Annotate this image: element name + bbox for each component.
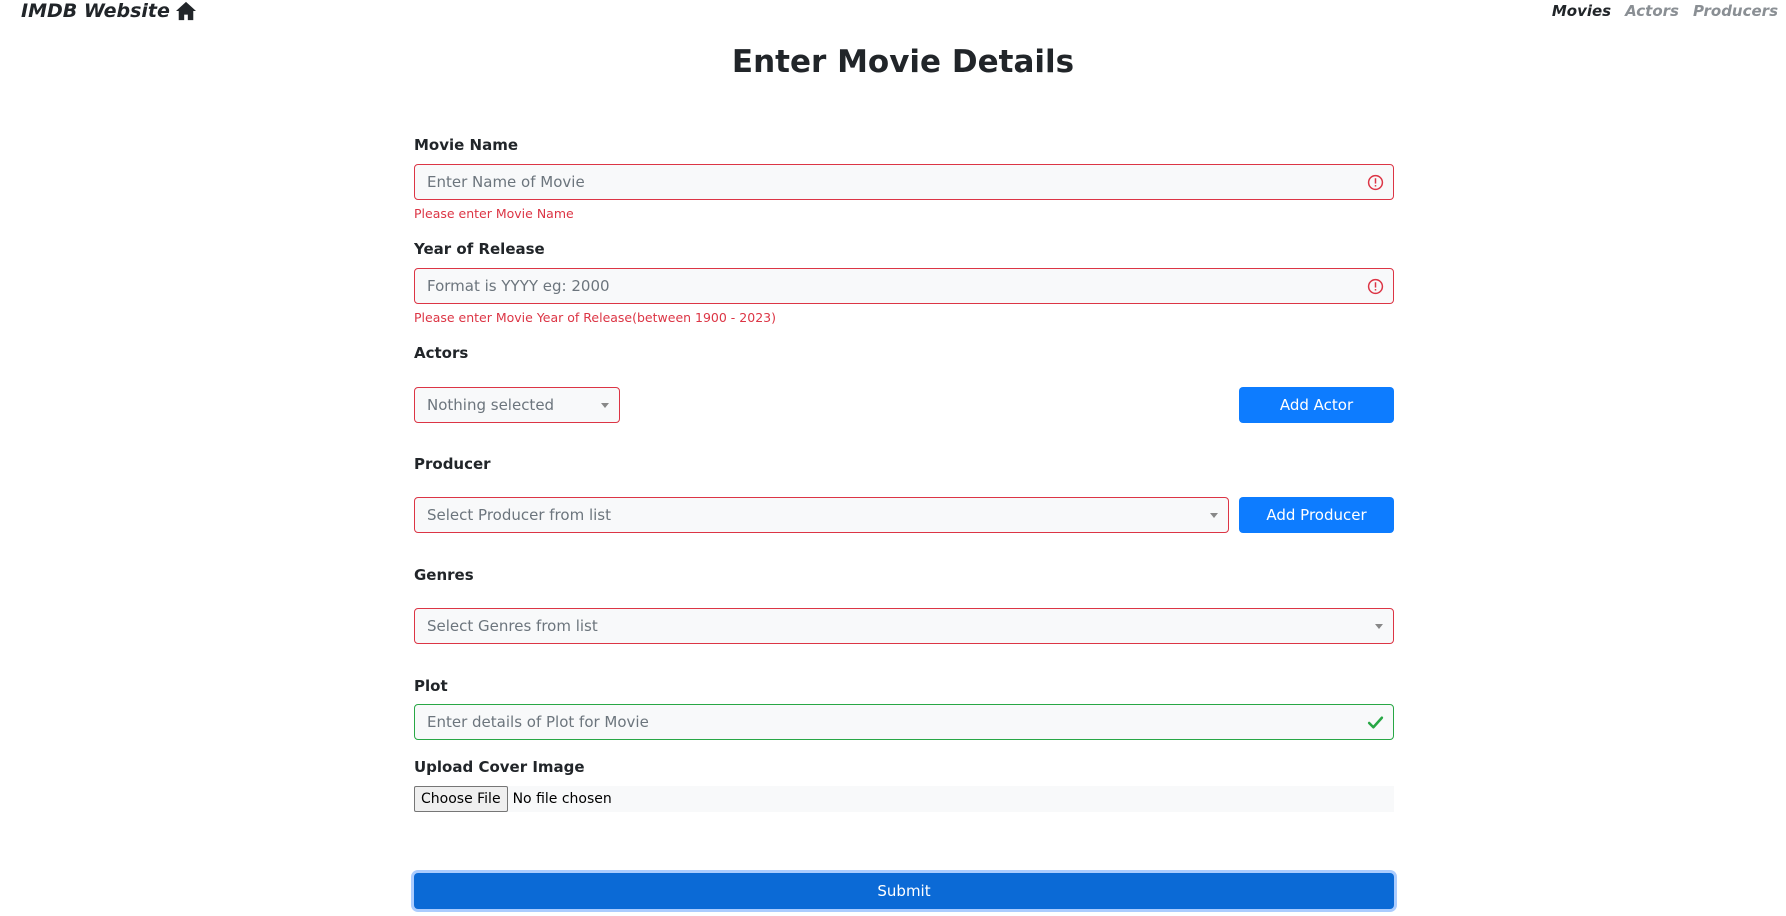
genres-select[interactable]: Select Genres from list	[414, 608, 1394, 644]
error-icon	[1367, 278, 1384, 295]
actors-label: Actors	[414, 344, 469, 362]
year-input[interactable]: Format is YYYY eg: 2000	[414, 268, 1394, 304]
year-error: Please enter Movie Year of Release(betwe…	[414, 310, 776, 325]
actors-select[interactable]: Nothing selected	[414, 387, 620, 423]
plot-placeholder: Enter details of Plot for Movie	[427, 713, 649, 731]
upload-cover-label: Upload Cover Image	[414, 758, 585, 776]
brand-link[interactable]: IMDB Website	[21, 0, 197, 22]
nav-link-actors[interactable]: Actors	[1625, 2, 1679, 20]
nav-link-producers[interactable]: Producers	[1693, 2, 1778, 20]
brand-title: IMDB Website	[21, 0, 170, 22]
plot-input[interactable]: Enter details of Plot for Movie	[414, 704, 1394, 740]
movie-name-error: Please enter Movie Name	[414, 206, 574, 221]
year-label: Year of Release	[414, 240, 545, 258]
producer-label: Producer	[414, 455, 491, 473]
chevron-down-icon	[601, 403, 609, 408]
chevron-down-icon	[1210, 513, 1218, 518]
plot-label: Plot	[414, 677, 448, 695]
producer-select[interactable]: Select Producer from list	[414, 497, 1229, 533]
movie-name-input[interactable]: Enter Name of Movie	[414, 164, 1394, 200]
movie-name-label: Movie Name	[414, 136, 519, 154]
home-icon	[175, 1, 196, 21]
genres-label: Genres	[414, 566, 474, 584]
choose-file-button[interactable]: Choose File	[414, 786, 508, 812]
nav-link-movies[interactable]: Movies	[1552, 2, 1611, 20]
nav-links: Movies Actors Producers	[1552, 2, 1778, 20]
submit-button[interactable]: Submit	[414, 873, 1394, 909]
add-producer-button[interactable]: Add Producer	[1239, 497, 1394, 533]
cover-file-input[interactable]: Choose File No file chosen	[414, 786, 1394, 812]
file-status-text: No file chosen	[512, 791, 612, 807]
error-icon	[1367, 174, 1384, 191]
movie-name-placeholder: Enter Name of Movie	[427, 173, 585, 191]
actors-selected-text: Nothing selected	[427, 396, 555, 414]
chevron-down-icon	[1375, 624, 1383, 629]
navbar: IMDB Website Movies Actors Producers	[0, 0, 1786, 26]
add-actor-button[interactable]: Add Actor	[1239, 387, 1394, 423]
producer-selected-text: Select Producer from list	[427, 506, 611, 524]
genres-selected-text: Select Genres from list	[427, 617, 598, 635]
check-icon	[1367, 716, 1384, 729]
page-title: Enter Movie Details	[731, 44, 1075, 80]
year-placeholder: Format is YYYY eg: 2000	[427, 277, 610, 295]
